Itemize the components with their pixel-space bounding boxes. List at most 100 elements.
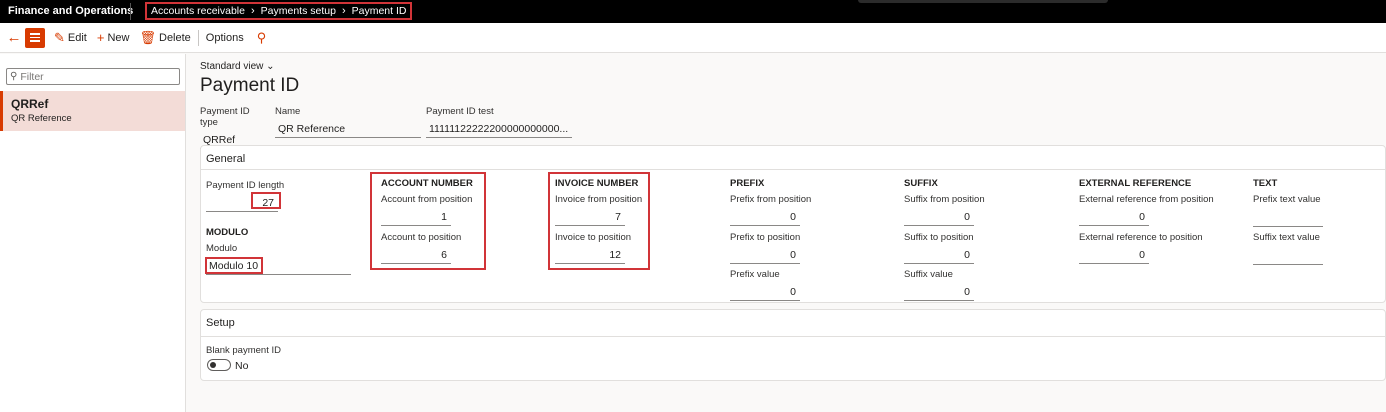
back-arrow-icon[interactable]: ← — [3, 23, 25, 53]
suffix-from-field: Suffix from position 0 — [904, 194, 985, 226]
external-from-label: External reference from position — [1079, 194, 1214, 205]
payment-id-type-label: Payment ID type — [200, 106, 250, 128]
chevron-right-icon: › — [250, 5, 255, 17]
external-to-field: External reference to position 0 — [1079, 232, 1203, 264]
account-number-heading: ACCOUNT NUMBER — [381, 178, 473, 189]
options-button-label: Options — [205, 31, 244, 44]
account-from-field: Account from position 1 — [381, 194, 473, 226]
name-field: Name QR Reference — [275, 106, 421, 138]
external-from-input[interactable]: 0 — [1079, 211, 1149, 226]
prefix-value-input[interactable]: 0 — [730, 286, 800, 301]
breadcrumb-item-accounts-receivable[interactable]: Accounts receivable — [151, 5, 245, 17]
external-reference-heading: EXTERNAL REFERENCE — [1079, 178, 1192, 189]
list-item-subtitle: QR Reference — [11, 113, 72, 124]
action-separator — [197, 29, 199, 46]
top-navigation-bar: Finance and Operations Accounts receivab… — [0, 0, 1386, 23]
edit-button[interactable]: ✎ Edit — [49, 23, 92, 53]
general-divider — [201, 169, 1386, 170]
suffix-text-label: Suffix text value — [1253, 232, 1320, 243]
chevron-right-icon: › — [341, 5, 346, 17]
payment-id-test-input[interactable]: 11111122222200000000000... — [426, 123, 572, 138]
new-button-label: New — [107, 31, 130, 44]
global-search-box[interactable] — [858, 0, 1108, 3]
new-button[interactable]: + New — [92, 23, 135, 53]
blank-payment-id-value: No — [235, 360, 249, 372]
suffix-heading: SUFFIX — [904, 178, 938, 189]
payment-id-test-label: Payment ID test — [426, 106, 494, 117]
account-to-label: Account to position — [381, 232, 462, 243]
name-label: Name — [275, 106, 301, 117]
view-selector-label: Standard view — [200, 61, 264, 72]
invoice-to-label: Invoice to position — [555, 232, 632, 243]
delete-button-label: Delete — [159, 31, 191, 44]
filter-placeholder: Filter — [20, 70, 44, 83]
payment-id-test-field: Payment ID test 11111122222200000000000.… — [426, 106, 572, 138]
action-pane: ← ✎ Edit + New 🗑 Delete Options ⚲ — [0, 23, 1386, 53]
page-title: Payment ID — [200, 75, 300, 96]
delete-button[interactable]: 🗑 Delete — [134, 23, 195, 53]
prefix-to-field: Prefix to position 0 — [730, 232, 800, 264]
suffix-from-input[interactable]: 0 — [904, 211, 974, 226]
suffix-text-field: Suffix text value — [1253, 232, 1323, 265]
edit-pencil-icon: ✎ — [54, 29, 65, 45]
account-to-field: Account to position 6 — [381, 232, 462, 264]
prefix-to-label: Prefix to position — [730, 232, 801, 243]
breadcrumb-item-payment-id[interactable]: Payment ID — [352, 5, 407, 17]
external-to-input[interactable]: 0 — [1079, 249, 1149, 264]
suffix-from-label: Suffix from position — [904, 194, 985, 205]
app-title[interactable]: Finance and Operations — [8, 5, 133, 17]
setup-fasttab: Setup — [200, 309, 1386, 381]
suffix-to-input[interactable]: 0 — [904, 249, 974, 264]
prefix-text-input[interactable] — [1253, 211, 1323, 227]
setup-divider — [201, 336, 1386, 337]
invoice-to-input[interactable]: 12 — [555, 249, 625, 264]
invoice-to-field: Invoice to position 12 — [555, 232, 632, 264]
name-input[interactable]: QR Reference — [275, 123, 421, 138]
suffix-value-field: Suffix value 0 — [904, 269, 974, 301]
payment-id-type-field: Payment ID type QRRef — [200, 106, 270, 149]
suffix-text-input[interactable] — [1253, 249, 1323, 265]
suffix-value-input[interactable]: 0 — [904, 286, 974, 301]
search-icon[interactable]: ⚲ — [257, 30, 267, 46]
prefix-text-label: Prefix text value — [1253, 194, 1321, 205]
breadcrumb-item-payments-setup[interactable]: Payments setup — [261, 5, 336, 17]
invoice-from-label: Invoice from position — [555, 194, 643, 205]
filter-search-icon: ⚲ — [10, 71, 18, 82]
hamburger-menu-icon[interactable] — [25, 27, 45, 48]
account-from-input[interactable]: 1 — [381, 211, 451, 226]
blank-payment-id-label: Blank payment ID — [206, 345, 281, 356]
prefix-from-label: Prefix from position — [730, 194, 812, 205]
prefix-from-input[interactable]: 0 — [730, 211, 800, 226]
suffix-to-field: Suffix to position 0 — [904, 232, 974, 264]
account-from-label: Account from position — [381, 194, 473, 205]
suffix-to-label: Suffix to position — [904, 232, 974, 243]
text-heading: TEXT — [1253, 178, 1278, 189]
general-fasttab-title[interactable]: General — [206, 153, 245, 165]
list-item[interactable]: QRRef QR Reference — [0, 91, 185, 131]
account-to-input[interactable]: 6 — [381, 249, 451, 264]
filter-input[interactable]: ⚲ Filter — [6, 68, 180, 85]
invoice-from-field: Invoice from position 7 — [555, 194, 643, 226]
prefix-heading: PREFIX — [730, 178, 765, 189]
external-to-label: External reference to position — [1079, 232, 1203, 243]
external-from-field: External reference from position 0 — [1079, 194, 1214, 226]
prefix-to-input[interactable]: 0 — [730, 249, 800, 264]
view-selector[interactable]: Standard view ⌄ — [200, 61, 275, 72]
prefix-from-field: Prefix from position 0 — [730, 194, 812, 226]
prefix-text-field: Prefix text value — [1253, 194, 1323, 227]
invoice-from-input[interactable]: 7 — [555, 211, 625, 226]
prefix-value-field: Prefix value 0 — [730, 269, 800, 301]
blank-payment-id-toggle[interactable] — [207, 359, 231, 371]
modulo-heading: MODULO — [206, 227, 249, 238]
invoice-number-heading: INVOICE NUMBER — [555, 178, 639, 189]
highlight-modulo — [205, 257, 263, 274]
edit-button-label: Edit — [67, 31, 87, 44]
breadcrumb: Accounts receivable › Payments setup › P… — [145, 2, 413, 20]
setup-fasttab-title[interactable]: Setup — [206, 317, 235, 329]
suffix-value-label: Suffix value — [904, 269, 953, 280]
trash-icon: 🗑 — [139, 29, 156, 45]
plus-icon: + — [96, 30, 105, 45]
payment-id-length-label: Payment ID length — [206, 180, 285, 191]
modulo-label: Modulo — [206, 243, 238, 254]
options-button[interactable]: Options — [201, 23, 249, 53]
